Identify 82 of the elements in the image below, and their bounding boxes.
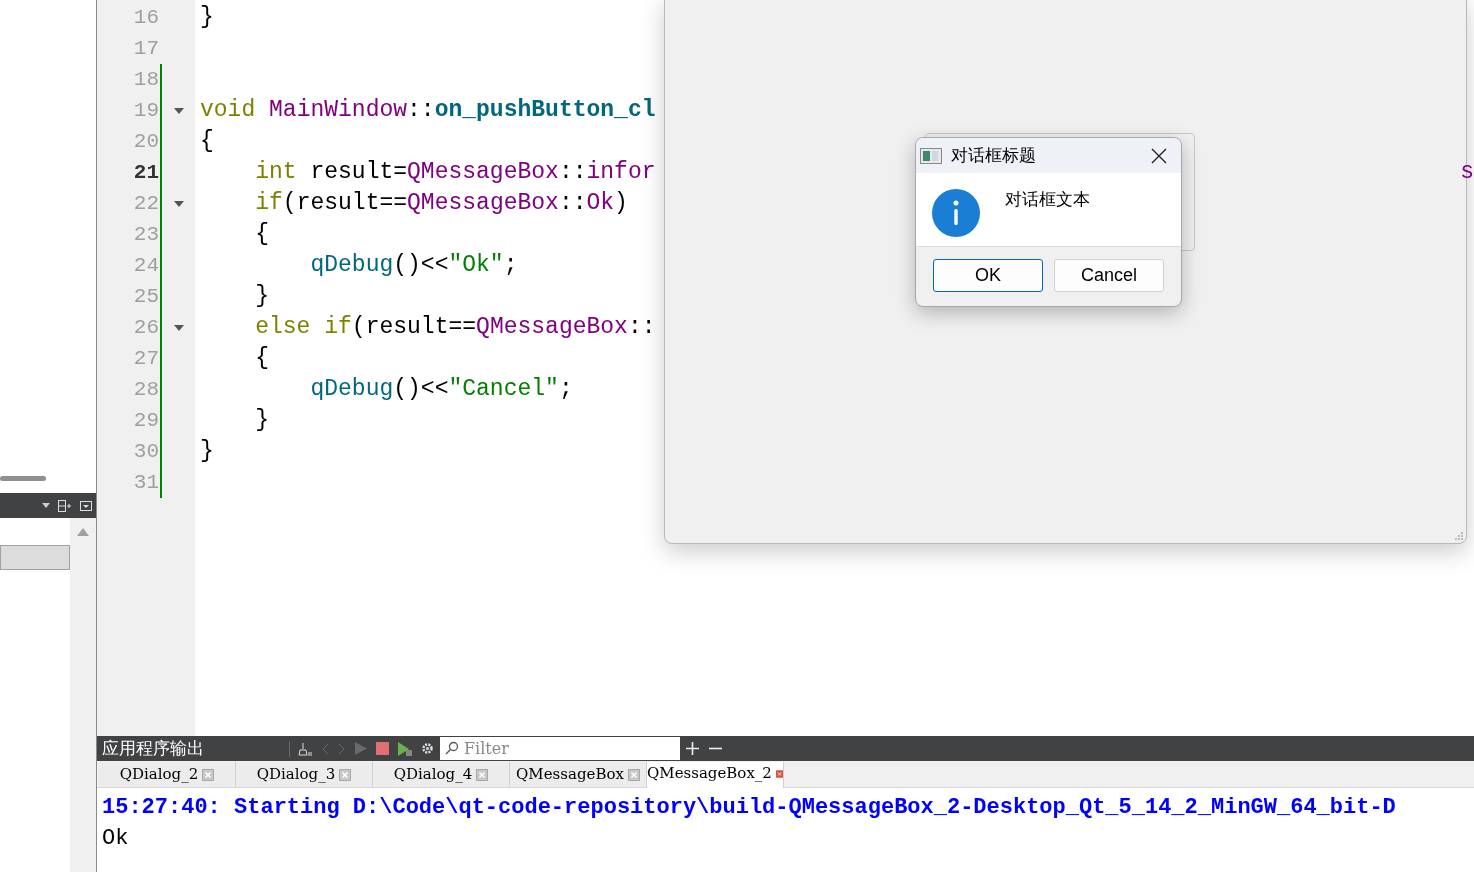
output-tab[interactable]: QDialog_4 — [373, 762, 510, 787]
code-token: ) — [614, 189, 628, 218]
scroll-up-icon[interactable] — [77, 528, 89, 536]
output-tab[interactable]: QDialog_3 — [236, 762, 373, 787]
code-token: QMessageBox — [476, 313, 628, 342]
resize-grip-icon[interactable] — [1454, 531, 1464, 541]
output-line: Ok — [102, 825, 130, 853]
search-icon — [445, 741, 459, 755]
line-number: 31 — [132, 470, 159, 496]
code-token: :: — [558, 158, 587, 187]
code-token: :: — [407, 96, 435, 125]
output-tab[interactable]: QMessageBox_2 — [647, 762, 784, 788]
code-token: infor — [586, 158, 656, 187]
run-icon[interactable] — [398, 741, 412, 756]
code-token: void — [200, 96, 256, 125]
line-number: 27 — [132, 346, 159, 372]
fold-icon[interactable] — [173, 324, 184, 331]
code-token: qDebug — [309, 375, 394, 404]
info-icon — [932, 189, 980, 237]
split-icon[interactable] — [58, 499, 72, 512]
pane-title: 应用程序输出 — [101, 736, 205, 760]
code-token: qDebug — [309, 251, 394, 280]
scrollbar-handle[interactable] — [0, 476, 46, 481]
line-number: 29 — [132, 408, 159, 434]
code-token: if — [254, 189, 283, 218]
line-number: 30 — [132, 439, 159, 465]
line-number: 17 — [132, 36, 159, 62]
code-token: Ok — [586, 189, 615, 218]
line-number: 20 — [132, 129, 159, 155]
output-line: 15:27:40: Starting D:\Code\qt-code-repository\build-QMessageBox_2-Desktop_Qt_5_14_2_MinGW_64_bit-D — [102, 794, 1397, 822]
code-token: else — [254, 313, 311, 342]
line-number: 28 — [132, 377, 159, 403]
code-token: ()<< — [393, 251, 449, 280]
code-token: } — [200, 437, 214, 466]
line-number: 18 — [132, 67, 159, 93]
code-token: ; — [503, 251, 518, 280]
code-token: on_pushButton_cl — [434, 96, 656, 125]
line-number: 23 — [132, 222, 159, 248]
code-token: } — [254, 406, 269, 435]
code-token: result= — [309, 158, 408, 187]
line-number: 16 — [132, 5, 159, 31]
code-token: :: — [627, 313, 656, 342]
code-token: "Cancel" — [448, 375, 559, 404]
code-token: int — [254, 158, 297, 187]
line-number: 21 — [132, 160, 159, 186]
output-tab[interactable]: QMessageBox — [510, 762, 647, 787]
line-number: 22 — [132, 191, 159, 217]
code-token: { — [254, 220, 269, 249]
code-token: :: — [558, 189, 587, 218]
code-token: (result== — [351, 313, 477, 342]
broom-icon[interactable] — [298, 741, 312, 756]
code-token: if — [323, 313, 352, 342]
code-token: ; — [558, 375, 573, 404]
close-icon[interactable] — [1151, 147, 1167, 164]
line-number: 26 — [132, 315, 159, 341]
code-token: s — [1460, 158, 1474, 187]
line-number: 25 — [132, 284, 159, 310]
caret-icon[interactable] — [42, 503, 50, 508]
gear-icon[interactable] — [421, 742, 434, 755]
code-token: QMessageBox — [407, 158, 559, 187]
fold-icon[interactable] — [173, 107, 184, 114]
code-token: QMessageBox — [407, 189, 559, 218]
code-token: { — [200, 127, 214, 156]
dialog-title: 对话框标题 — [951, 144, 1036, 167]
code-token: } — [200, 3, 214, 32]
filter-field[interactable]: Filter — [440, 737, 680, 760]
window-icon — [920, 147, 942, 164]
close-panel-icon[interactable] — [80, 500, 92, 511]
dialog-message: 对话框文本 — [1005, 189, 1090, 211]
code-token: "Ok" — [448, 251, 504, 280]
code-token: (result== — [282, 189, 408, 218]
fold-icon[interactable] — [173, 200, 184, 207]
output-tab[interactable]: QDialog_2 — [99, 762, 236, 787]
plus-icon[interactable] — [686, 742, 699, 755]
code-token: MainWindow — [268, 96, 408, 125]
line-number: 19 — [132, 98, 159, 124]
code-token: ()<< — [393, 375, 449, 404]
line-number: 24 — [132, 253, 159, 279]
dialog-button[interactable]: Cancel — [1054, 259, 1164, 292]
code-token: { — [254, 344, 269, 373]
dialog-button[interactable]: OK — [933, 259, 1043, 292]
code-token: } — [254, 282, 269, 311]
